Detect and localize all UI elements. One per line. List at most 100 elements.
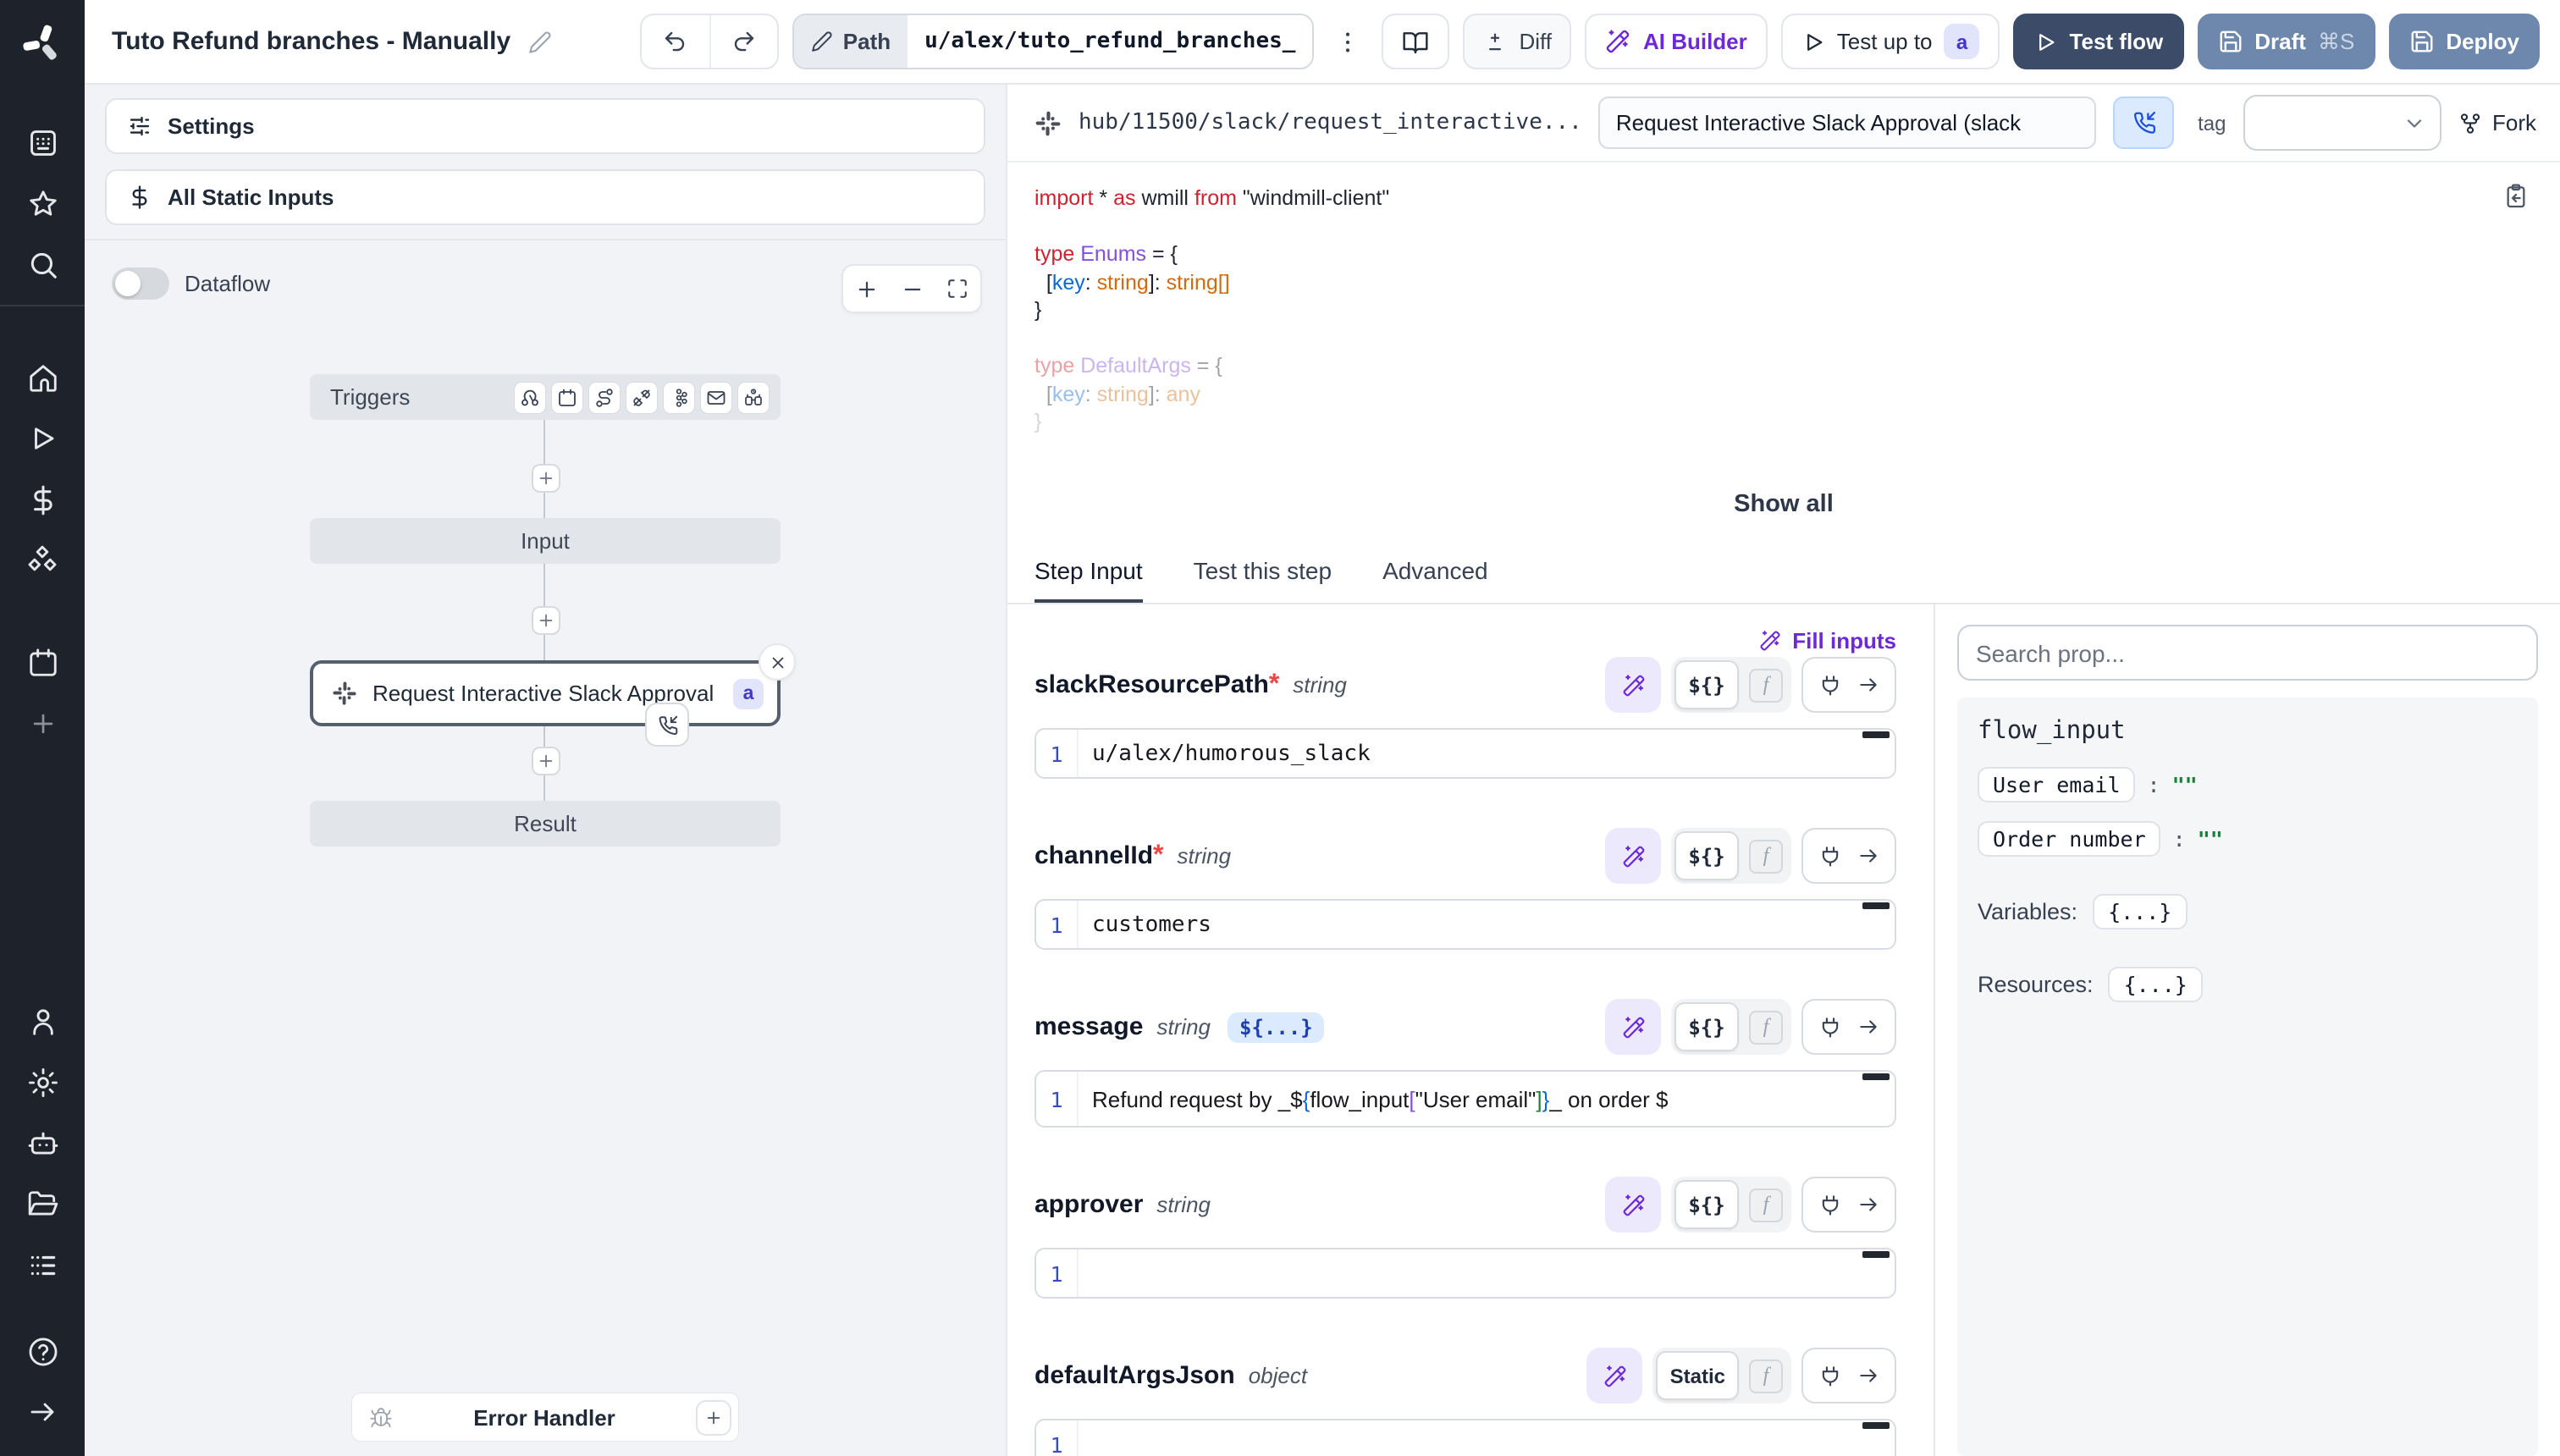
code-preview[interactable]: import * as wmill from "windmill-client"… — [1007, 163, 2560, 542]
workspace-icon[interactable] — [0, 112, 85, 173]
static-mode-button[interactable]: Static — [1657, 1351, 1739, 1400]
add-plus-icon[interactable] — [0, 692, 85, 753]
zoom-in-button[interactable] — [843, 266, 889, 312]
logs-list-icon[interactable] — [0, 1234, 85, 1295]
ai-builder-button[interactable]: AI Builder — [1586, 14, 1768, 69]
test-up-to-button[interactable]: Test up toa — [1781, 14, 2000, 69]
flow-canvas[interactable]: Dataflow Triggers — [85, 240, 1006, 1456]
tab-step-input[interactable]: Step Input — [1034, 542, 1143, 603]
fork-button[interactable]: Fork — [2458, 110, 2536, 135]
more-options-kebab-icon[interactable] — [1327, 28, 1368, 55]
field-editor[interactable]: 1 customers — [1034, 899, 1896, 950]
connect-input-group[interactable] — [1801, 657, 1896, 713]
windmill-logo[interactable] — [0, 0, 85, 85]
hub-script-path[interactable]: hub/11500/slack/request_interactive... — [1079, 110, 1582, 135]
runs-play-icon[interactable] — [0, 408, 85, 469]
ai-fill-wand-button[interactable] — [1605, 1177, 1661, 1233]
ai-fill-wand-button[interactable] — [1605, 999, 1661, 1055]
connect-input-group[interactable] — [1801, 1348, 1896, 1404]
ai-fill-wand-button[interactable] — [1605, 657, 1661, 713]
javascript-mode-button[interactable]: f — [1749, 1359, 1783, 1393]
search-prop-input[interactable] — [1957, 625, 2538, 681]
fit-view-button[interactable] — [935, 266, 980, 312]
variables-dollar-icon[interactable] — [0, 469, 85, 530]
kafka-trigger-icon[interactable] — [664, 382, 694, 412]
add-step-plus-button[interactable] — [532, 606, 560, 635]
suspend-phone-icon[interactable] — [645, 703, 689, 747]
search-icon[interactable] — [0, 234, 85, 295]
schedules-calendar-icon[interactable] — [0, 631, 85, 692]
connect-input-group[interactable] — [1801, 999, 1896, 1055]
add-step-plus-button[interactable] — [532, 747, 560, 775]
help-icon[interactable] — [0, 1321, 85, 1382]
interpolate-mode-button[interactable]: ${} — [1674, 1002, 1739, 1051]
user-icon[interactable] — [0, 990, 85, 1051]
slack-approval-step-node[interactable]: Request Interactive Slack Approval (... … — [310, 660, 781, 726]
field-editor[interactable]: 1 Refund request by _${flow_input["User … — [1034, 1070, 1896, 1128]
step-input-form: Fill inputs slackResourcePath* string ${… — [1007, 604, 1934, 1456]
field-type: string — [1293, 672, 1347, 698]
deploy-button[interactable]: Deploy — [2388, 14, 2540, 69]
error-handler-node[interactable]: Error Handler — [352, 1393, 738, 1441]
schedule-trigger-icon[interactable] — [552, 382, 582, 412]
expand-rail-arrow-icon[interactable] — [0, 1382, 85, 1442]
http-route-trigger-icon[interactable] — [589, 382, 620, 412]
javascript-mode-button[interactable]: f — [1749, 1188, 1783, 1222]
settings-gear-icon[interactable] — [0, 1051, 85, 1112]
tab-advanced[interactable]: Advanced — [1382, 542, 1488, 603]
copy-code-clipboard-icon[interactable] — [2502, 183, 2530, 210]
input-node[interactable]: Input — [310, 518, 781, 564]
javascript-mode-button[interactable]: f — [1749, 668, 1783, 702]
step-detail-panel: hub/11500/slack/request_interactive... t… — [1007, 85, 2560, 1456]
resources-cubes-icon[interactable] — [0, 530, 85, 591]
connect-input-group[interactable] — [1801, 1177, 1896, 1233]
resources-chip[interactable]: {...} — [2109, 967, 2203, 1002]
ai-fill-wand-button[interactable] — [1605, 828, 1661, 884]
webhook-trigger-icon[interactable] — [515, 382, 545, 412]
all-static-inputs-button[interactable]: All Static Inputs — [105, 169, 985, 225]
tab-test-this-step[interactable]: Test this step — [1194, 542, 1332, 603]
zoom-out-button[interactable] — [889, 266, 935, 312]
prop-key-chip[interactable]: Order number — [1978, 821, 2161, 857]
result-node[interactable]: Result — [310, 801, 781, 847]
field-editor[interactable]: 1 u/alex/humorous_slack — [1034, 728, 1896, 779]
home-icon[interactable] — [0, 347, 85, 408]
email-trigger-icon[interactable] — [701, 382, 731, 412]
field-editor[interactable]: 1 — [1034, 1248, 1896, 1299]
tag-select[interactable] — [2243, 95, 2441, 151]
interpolate-mode-button[interactable]: ${} — [1674, 831, 1739, 880]
redo-button[interactable] — [709, 15, 777, 68]
suspend-phone-button[interactable] — [2114, 97, 2174, 149]
javascript-mode-button[interactable]: f — [1749, 839, 1783, 873]
edit-title-pencil-icon[interactable] — [527, 30, 551, 53]
variables-chip[interactable]: {...} — [2093, 894, 2187, 929]
add-error-handler-plus-button[interactable] — [696, 1399, 731, 1435]
flow-settings-button[interactable]: Settings — [105, 98, 985, 154]
fill-inputs-button[interactable]: Fill inputs — [1034, 618, 1896, 657]
undo-button[interactable] — [642, 15, 709, 68]
dataflow-toggle[interactable] — [112, 267, 169, 300]
field-type: string — [1178, 843, 1232, 869]
websocket-trigger-icon[interactable] — [626, 382, 657, 412]
ai-fill-wand-button[interactable] — [1587, 1348, 1643, 1404]
show-all-code-button[interactable]: Show all — [1007, 491, 2560, 518]
docs-book-button[interactable] — [1382, 14, 1449, 69]
prop-key-chip[interactable]: User email — [1978, 767, 2136, 802]
field-editor[interactable]: 1 — [1034, 1419, 1896, 1456]
interpolate-mode-button[interactable]: ${} — [1674, 1180, 1739, 1229]
test-flow-button[interactable]: Test flow — [2014, 14, 2184, 69]
workers-robot-icon[interactable] — [0, 1112, 85, 1173]
diff-button[interactable]: Diff — [1463, 14, 1572, 69]
path-control[interactable]: Path u/alex/tuto_refund_branches_ — [792, 14, 1315, 69]
favorites-star-icon[interactable] — [0, 173, 85, 234]
triggers-node[interactable]: Triggers — [310, 374, 781, 420]
add-step-plus-button[interactable] — [532, 464, 560, 493]
interpolate-mode-button[interactable]: ${} — [1674, 660, 1739, 709]
remove-step-x-icon[interactable] — [759, 643, 796, 681]
javascript-mode-button[interactable]: f — [1749, 1010, 1783, 1044]
step-name-input[interactable] — [1599, 97, 2097, 149]
folders-icon[interactable] — [0, 1173, 85, 1234]
connect-input-group[interactable] — [1801, 828, 1896, 884]
poll-trigger-icon[interactable] — [738, 382, 769, 412]
draft-button[interactable]: Draft⌘S — [2197, 14, 2375, 69]
